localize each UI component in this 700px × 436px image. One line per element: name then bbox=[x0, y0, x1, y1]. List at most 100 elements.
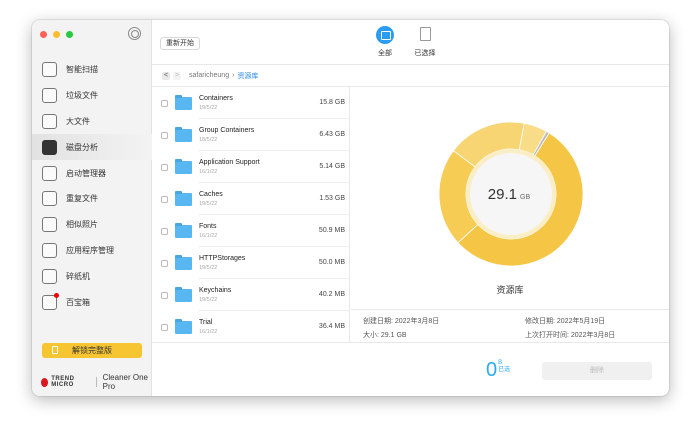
sidebar-item-startup-manager[interactable]: 启动管理器 bbox=[32, 160, 152, 186]
file-size: 6.43 GB bbox=[319, 131, 345, 138]
tab-all[interactable]: 全部 bbox=[365, 26, 405, 58]
sidebar-item-shredder[interactable]: 碎纸机 bbox=[32, 263, 152, 289]
brand-name: TREND MICRO bbox=[51, 376, 75, 388]
donut-chart: 29.1 GB bbox=[438, 121, 584, 267]
sidebar-item-label: 启动管理器 bbox=[66, 168, 106, 178]
row-checkbox[interactable] bbox=[161, 259, 168, 267]
shredder-icon bbox=[42, 268, 57, 284]
folder-name: 资源库 bbox=[496, 285, 524, 295]
file-list: Containers 19/5/22 15.8 GB Group Containers… bbox=[152, 87, 350, 343]
file-size: 36.4 MB bbox=[318, 323, 345, 330]
row-checkbox[interactable] bbox=[161, 227, 168, 235]
file-size: 15.8 GB bbox=[319, 99, 345, 106]
product-name: Cleaner One Pro bbox=[102, 373, 148, 391]
sidebar-item-duplicate-files[interactable]: 重复文件 bbox=[32, 186, 152, 212]
disk-analysis-icon bbox=[42, 139, 57, 155]
app-manager-icon bbox=[42, 242, 57, 258]
sidebar-item-label: 重复文件 bbox=[66, 194, 98, 204]
row-checkbox[interactable] bbox=[161, 163, 168, 171]
folder-icon bbox=[175, 94, 192, 110]
selected-unit: B bbox=[498, 360, 503, 366]
trend-micro-logo-icon bbox=[41, 377, 49, 387]
sidebar-item-label: 相似照片 bbox=[66, 220, 98, 230]
sidebar-item-label: 智能扫描 bbox=[66, 65, 98, 75]
folder-icon bbox=[175, 190, 192, 206]
file-size: 40.2 MB bbox=[318, 291, 345, 298]
main-panel: 重新开始 全部 已选择 < > safaricheung › 资源库 Conta… bbox=[152, 20, 669, 396]
lock-icon bbox=[52, 346, 58, 354]
file-row[interactable]: Containers 19/5/22 15.8 GB bbox=[152, 87, 349, 119]
sidebar-item-app-manager[interactable]: 应用程序管理 bbox=[32, 238, 152, 264]
tab-selected[interactable]: 已选择 bbox=[405, 26, 445, 58]
toolbar: 重新开始 全部 已选择 bbox=[152, 20, 669, 65]
file-size: 50.0 MB bbox=[318, 259, 345, 266]
file-size: 5.14 GB bbox=[319, 163, 345, 170]
footer-bar: 0 B 已选 删除 bbox=[152, 342, 669, 396]
total-size-unit: GB bbox=[520, 194, 530, 201]
breadcrumb-parent[interactable]: safaricheung bbox=[189, 72, 229, 79]
window-controls bbox=[40, 31, 73, 38]
divider bbox=[95, 377, 97, 387]
row-checkbox[interactable] bbox=[161, 99, 168, 107]
sidebar-item-similar-photos[interactable]: 相似照片 bbox=[32, 212, 152, 238]
unlock-full-version-button[interactable]: 解锁完整版 bbox=[42, 343, 142, 358]
sidebar: 智能扫描垃圾文件大文件磁盘分析启动管理器重复文件相似照片应用程序管理 碎纸机百宝箱… bbox=[32, 20, 152, 396]
sidebar-item-smart-scan[interactable]: 智能扫描 bbox=[32, 57, 152, 83]
sidebar-item-label: 垃圾文件 bbox=[66, 91, 98, 101]
similar-photos-icon bbox=[42, 217, 57, 233]
total-size-value: 29.1 bbox=[488, 186, 517, 203]
junk-files-icon bbox=[42, 88, 57, 104]
row-checkbox[interactable] bbox=[161, 291, 168, 299]
close-button[interactable] bbox=[40, 31, 47, 38]
folder-icon bbox=[175, 222, 192, 238]
selected-list-icon bbox=[416, 26, 434, 44]
forward-button[interactable]: > bbox=[173, 71, 181, 80]
toolbox-icon bbox=[42, 292, 59, 310]
duplicate-files-icon bbox=[42, 191, 57, 207]
file-size: 50.9 MB bbox=[318, 227, 345, 234]
selected-size: 0 B 已选 bbox=[486, 360, 510, 380]
sidebar-item-junk-files[interactable]: 垃圾文件 bbox=[32, 83, 152, 109]
big-files-icon bbox=[42, 113, 57, 129]
sidebar-item-label: 百宝箱 bbox=[66, 297, 90, 307]
file-row[interactable]: Fonts 16/1/22 50.9 MB bbox=[152, 215, 349, 247]
last-opened-date: 上次打开时间: 2022年3月8日 bbox=[525, 332, 616, 339]
modified-date: 修改日期: 2022年5月19日 bbox=[525, 318, 606, 325]
notification-badge bbox=[54, 292, 59, 298]
row-checkbox[interactable] bbox=[161, 195, 168, 203]
unlock-label: 解锁完整版 bbox=[72, 346, 112, 355]
sidebar-item-toolbox[interactable]: 百宝箱 bbox=[32, 289, 152, 315]
file-row[interactable]: Caches 19/5/22 1.53 GB bbox=[152, 183, 349, 215]
sidebar-item-label: 磁盘分析 bbox=[66, 142, 98, 152]
support-icon[interactable] bbox=[128, 27, 141, 40]
file-row[interactable]: HTTPStorages 19/5/22 50.0 MB bbox=[152, 247, 349, 279]
minimize-button[interactable] bbox=[53, 31, 60, 38]
file-row[interactable]: Trial 16/1/22 36.4 MB bbox=[152, 311, 349, 343]
sidebar-item-label: 大文件 bbox=[66, 116, 90, 126]
folder-size: 大小: 29.1 GB bbox=[363, 332, 407, 339]
tab-all-label: 全部 bbox=[378, 50, 392, 57]
sidebar-item-big-files[interactable]: 大文件 bbox=[32, 109, 152, 135]
sidebar-item-label: 应用程序管理 bbox=[66, 245, 114, 255]
file-row[interactable]: Application Support 16/1/22 5.14 GB bbox=[152, 151, 349, 183]
sidebar-item-disk-analysis[interactable]: 磁盘分析 bbox=[32, 134, 152, 161]
breadcrumb-current: 资源库 bbox=[237, 72, 259, 80]
delete-button[interactable]: 删除 bbox=[542, 362, 652, 380]
file-row[interactable]: Keychains 19/5/22 40.2 MB bbox=[152, 279, 349, 311]
breadcrumb: < > safaricheung › 资源库 bbox=[152, 65, 669, 87]
brand: TREND MICRO Cleaner One Pro bbox=[41, 373, 151, 391]
sidebar-item-label: 碎纸机 bbox=[66, 271, 90, 281]
row-checkbox[interactable] bbox=[161, 323, 168, 331]
file-size: 1.53 GB bbox=[319, 195, 345, 202]
file-row[interactable]: Group Containers 18/5/22 6.43 GB bbox=[152, 119, 349, 151]
restart-button[interactable]: 重新开始 bbox=[160, 37, 200, 50]
all-icon bbox=[376, 26, 394, 44]
detail-panel: 29.1 GB 资源库 创建日期: 2022年3月8日 大小: 29.1 GB 修… bbox=[351, 87, 669, 342]
back-button[interactable]: < bbox=[162, 71, 170, 80]
row-checkbox[interactable] bbox=[161, 131, 168, 139]
breadcrumb-separator: › bbox=[232, 72, 235, 79]
zoom-button[interactable] bbox=[66, 31, 73, 38]
tab-selected-label: 已选择 bbox=[414, 50, 436, 57]
folder-info: 创建日期: 2022年3月8日 大小: 29.1 GB 修改日期: 2022年5… bbox=[351, 309, 669, 342]
app-window: 智能扫描垃圾文件大文件磁盘分析启动管理器重复文件相似照片应用程序管理 碎纸机百宝箱… bbox=[32, 20, 669, 396]
